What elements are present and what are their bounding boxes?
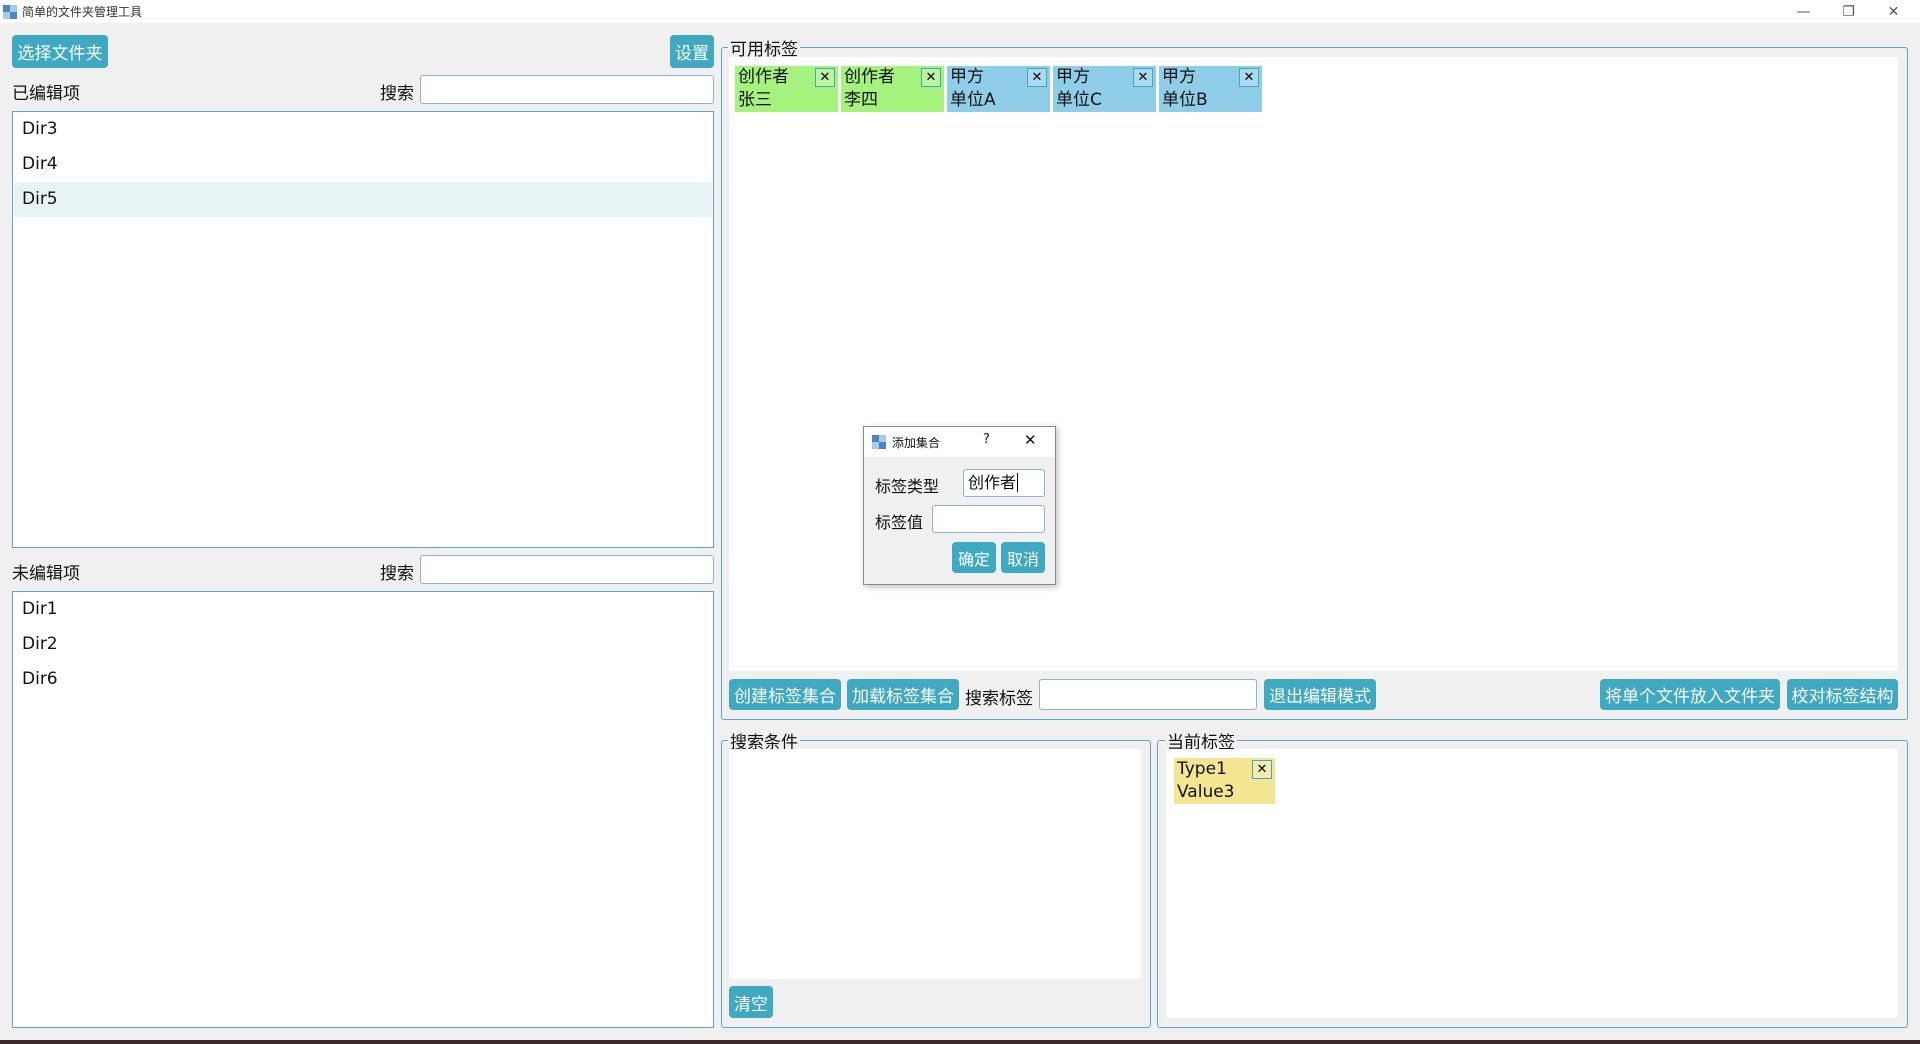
restore-button[interactable]: ❐ <box>1826 0 1871 23</box>
tag-chip[interactable]: 甲方 单位C ✕ <box>1053 66 1156 112</box>
tag-type: 创作者 <box>844 67 895 87</box>
tag-type: 甲方 <box>950 67 984 87</box>
list-item-selected[interactable]: Dir5 <box>14 182 712 217</box>
clear-button[interactable]: 清空 <box>729 986 773 1018</box>
search-tag-label: 搜索标签 <box>965 689 1033 709</box>
close-window-button[interactable]: ✕ <box>1871 0 1916 23</box>
tag-value-input[interactable] <box>932 505 1045 533</box>
tag-value: Value3 <box>1177 782 1235 802</box>
unedited-search-label: 搜索 <box>380 564 414 584</box>
remove-tag-icon[interactable]: ✕ <box>1239 68 1259 87</box>
list-item[interactable]: Dir3 <box>14 112 712 147</box>
minimize-button[interactable]: — <box>1781 0 1826 23</box>
search-tag-input[interactable] <box>1039 679 1257 710</box>
tag-value: 单位B <box>1162 90 1208 110</box>
unedited-search-input[interactable] <box>420 555 714 584</box>
remove-tag-icon[interactable]: ✕ <box>1252 760 1272 779</box>
tag-chip[interactable]: Type1 Value3 ✕ <box>1174 758 1275 804</box>
select-folder-button[interactable]: 选择文件夹 <box>12 35 108 68</box>
put-file-in-folder-button[interactable]: 将单个文件放入文件夹 <box>1600 679 1780 710</box>
load-tag-set-button[interactable]: 加载标签集合 <box>847 679 959 710</box>
app-icon <box>3 4 17 19</box>
tag-type: 创作者 <box>738 67 789 87</box>
tag-chip[interactable]: 创作者 李四 ✕ <box>841 66 944 112</box>
add-set-dialog: 添加集合 ? ✕ 标签类型 创作者 标签值 确定 取消 <box>863 426 1056 585</box>
unedited-items-list[interactable]: Dir1 Dir2 Dir6 <box>12 591 714 1028</box>
tag-value: 单位C <box>1056 90 1102 110</box>
tag-type: 甲方 <box>1056 67 1090 87</box>
tag-value: 李四 <box>844 90 878 110</box>
tag-chip[interactable]: 甲方 单位B ✕ <box>1159 66 1262 112</box>
dialog-close-button[interactable]: ✕ <box>1024 431 1037 449</box>
tag-type: Type1 <box>1177 759 1227 779</box>
tag-type-value: 创作者 <box>968 473 1017 492</box>
list-item[interactable]: Dir4 <box>14 147 712 182</box>
remove-tag-icon[interactable]: ✕ <box>815 68 835 87</box>
unedited-items-title: 未编辑项 <box>12 564 80 584</box>
remove-tag-icon[interactable]: ✕ <box>1133 68 1153 87</box>
tag-type-input[interactable]: 创作者 <box>963 469 1045 497</box>
settings-button[interactable]: 设置 <box>670 35 714 68</box>
edited-items-title: 已编辑项 <box>12 84 80 104</box>
app-icon <box>872 434 886 449</box>
current-tags-area <box>1166 749 1898 1018</box>
search-conditions-area <box>729 749 1141 979</box>
dialog-titlebar: 添加集合 ? ✕ <box>864 427 1055 457</box>
window-titlebar: 简单的文件夹管理工具 — ❐ ✕ <box>0 0 1920 23</box>
list-item[interactable]: Dir1 <box>14 592 712 627</box>
verify-tag-structure-button[interactable]: 校对标签结构 <box>1787 679 1898 710</box>
tag-value: 单位A <box>950 90 996 110</box>
create-tag-set-button[interactable]: 创建标签集合 <box>729 679 841 710</box>
edited-search-label: 搜索 <box>380 84 414 104</box>
bottom-edge <box>0 1040 1920 1044</box>
ok-button[interactable]: 确定 <box>952 542 996 573</box>
remove-tag-icon[interactable]: ✕ <box>921 68 941 87</box>
tag-value-label: 标签值 <box>875 513 924 532</box>
tag-type: 甲方 <box>1162 67 1196 87</box>
window-title: 简单的文件夹管理工具 <box>22 5 143 19</box>
edited-search-input[interactable] <box>420 75 714 104</box>
exit-edit-mode-button[interactable]: 退出编辑模式 <box>1264 679 1376 710</box>
list-item[interactable]: Dir2 <box>14 627 712 662</box>
tag-value: 张三 <box>738 90 772 110</box>
help-button[interactable]: ? <box>983 432 990 447</box>
remove-tag-icon[interactable]: ✕ <box>1027 68 1047 87</box>
dialog-title: 添加集合 <box>892 436 941 450</box>
tag-type-label: 标签类型 <box>875 477 940 496</box>
list-item[interactable]: Dir6 <box>14 662 712 697</box>
tag-chip[interactable]: 创作者 张三 ✕ <box>735 66 838 112</box>
tag-chip[interactable]: 甲方 单位A ✕ <box>947 66 1050 112</box>
cancel-button[interactable]: 取消 <box>1001 542 1045 573</box>
edited-items-list[interactable]: Dir3 Dir4 Dir5 <box>12 111 714 548</box>
